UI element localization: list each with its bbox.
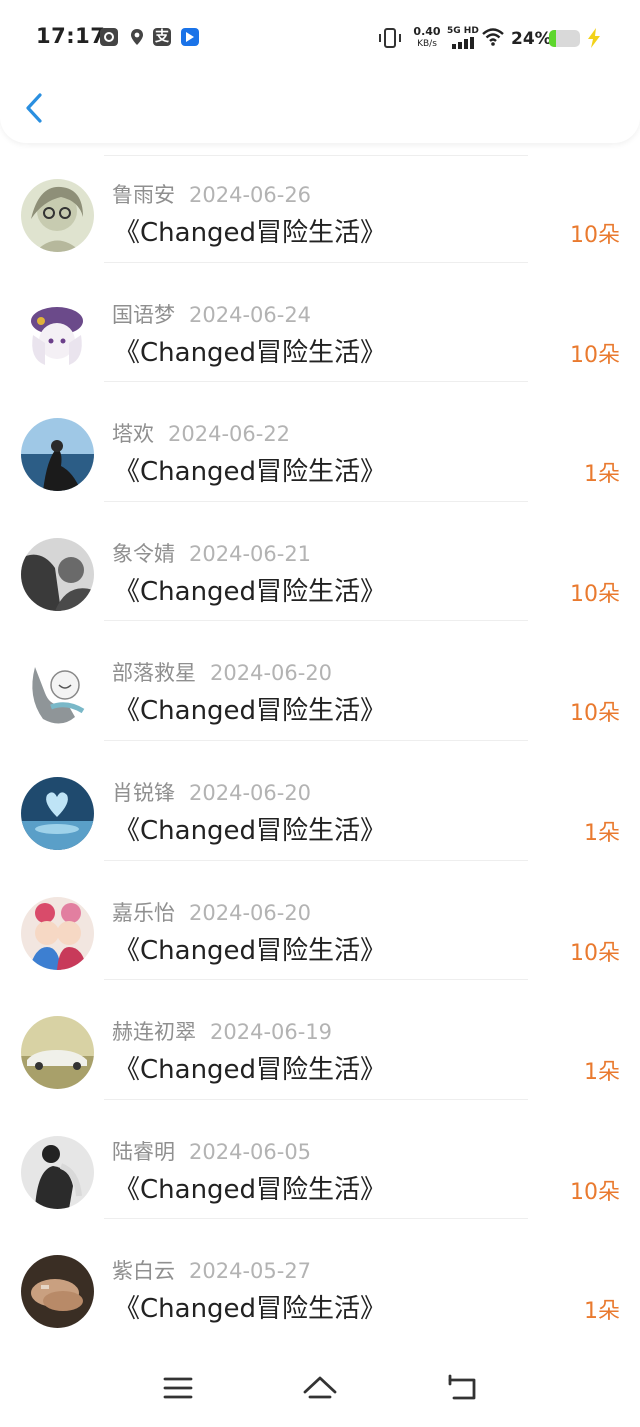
home-button[interactable] (300, 1370, 340, 1406)
menu-icon (163, 1377, 193, 1399)
book-title: 《Changed冒险生活》 (114, 696, 387, 727)
flower-count: 10朵 (570, 581, 620, 607)
avatar (21, 418, 94, 492)
header-card: 17:17 支 0.40 KB/s 5G HD 24% (0, 0, 640, 143)
gift-date: 2024-06-26 (189, 183, 312, 207)
book-title: 《Changed冒险生活》 (114, 457, 387, 488)
gift-date: 2024-06-20 (189, 780, 312, 805)
user-name: 象令婧 (112, 541, 175, 566)
avatar (21, 298, 94, 372)
list-item[interactable]: 赫连初翠 2024-06-19 《Changed冒险生活》 1朵 (0, 980, 640, 1100)
list-item[interactable]: 部落救星 2024-06-20 《Changed冒险生活》 10朵 (0, 621, 640, 741)
list-item[interactable]: 嘉乐怡 2024-06-20 《Changed冒险生活》 10朵 (0, 861, 640, 981)
flower-count: 1朵 (584, 462, 620, 488)
charging-icon (585, 27, 603, 49)
gift-date: 2024-06-21 (189, 541, 312, 566)
status-time: 17:17 (36, 24, 106, 48)
user-name: 肖锐锋 (112, 780, 175, 805)
wifi-icon (482, 27, 504, 47)
chat-app-icon (100, 28, 118, 46)
avatar (21, 1255, 94, 1329)
flower-count: 1朵 (584, 820, 620, 846)
status-bar: 17:17 支 0.40 KB/s 5G HD 24% (0, 0, 640, 78)
network-type: 5G HD (447, 26, 479, 36)
flower-count: 1朵 (584, 1299, 620, 1325)
user-name: 塔欢 (112, 422, 154, 447)
avatar (21, 1016, 94, 1090)
user-name: 鲁雨安 (112, 183, 175, 207)
flower-count: 10朵 (570, 940, 620, 966)
avatar (21, 657, 94, 731)
book-title: 《Changed冒险生活》 (114, 337, 387, 368)
avatar (21, 179, 94, 252)
list-item[interactable]: 国语梦 2024-06-24 《Changed冒险生活》 10朵 (0, 263, 640, 383)
user-name: 国语梦 (112, 302, 175, 327)
avatar (21, 537, 94, 611)
back-icon (448, 1374, 476, 1400)
avatar (21, 896, 94, 970)
network-speed: 0.40 KB/s (413, 25, 441, 50)
back-button[interactable] (16, 86, 56, 130)
list-item[interactable]: 陆睿明 2024-06-05 《Changed冒险生活》 10朵 (0, 1100, 640, 1220)
flower-count: 10朵 (570, 223, 620, 248)
book-title: 《Changed冒险生活》 (114, 1174, 387, 1205)
signal-icon (452, 37, 476, 49)
flower-count: 10朵 (570, 701, 620, 727)
book-title: 《Changed冒险生活》 (114, 815, 387, 846)
gift-date: 2024-06-20 (189, 900, 312, 925)
gift-list: 鲁雨安 2024-06-26 《Changed冒险生活》 10朵 国语梦 2024-… (0, 143, 640, 1339)
book-title: 《Changed冒险生活》 (114, 218, 387, 248)
home-icon (303, 1376, 337, 1399)
battery-percent: 24% (511, 29, 552, 49)
menu-button[interactable] (158, 1370, 198, 1406)
book-title: 《Changed冒险生活》 (114, 576, 387, 607)
gift-date: 2024-05-27 (189, 1259, 312, 1284)
gift-date: 2024-06-24 (189, 302, 312, 327)
battery-icon (549, 30, 580, 47)
location-icon (128, 28, 146, 46)
gift-date: 2024-06-22 (168, 422, 291, 447)
gift-date: 2024-06-19 (210, 1020, 333, 1045)
list-item[interactable]: 肖锐锋 2024-06-20 《Changed冒险生活》 1朵 (0, 741, 640, 861)
flower-count: 10朵 (570, 342, 620, 368)
avatar (21, 1135, 94, 1209)
play-store-icon (181, 28, 199, 46)
user-name: 紫白云 (112, 1259, 175, 1284)
book-title: 《Changed冒险生活》 (114, 1294, 387, 1325)
book-title: 《Changed冒险生活》 (114, 935, 387, 966)
gift-date: 2024-06-05 (189, 1139, 312, 1164)
user-name: 嘉乐怡 (112, 900, 175, 925)
vibrate-icon (379, 28, 401, 48)
list-item[interactable]: 塔欢 2024-06-22 《Changed冒险生活》 1朵 (0, 382, 640, 502)
user-name: 赫连初翠 (112, 1020, 196, 1045)
chevron-left-icon (26, 93, 42, 123)
alipay-icon: 支 (153, 28, 171, 46)
list-item[interactable]: 象令婧 2024-06-21 《Changed冒险生活》 10朵 (0, 502, 640, 622)
bottom-nav (0, 1352, 640, 1427)
avatar (21, 776, 94, 850)
gift-date: 2024-06-20 (210, 661, 333, 686)
list-item[interactable]: 紫白云 2024-05-27 《Changed冒险生活》 1朵 (0, 1219, 640, 1339)
user-name: 部落救星 (112, 661, 196, 686)
user-name: 陆睿明 (112, 1139, 175, 1164)
back-nav-button[interactable] (442, 1370, 482, 1406)
book-title: 《Changed冒险生活》 (114, 1055, 387, 1086)
flower-count: 1朵 (584, 1060, 620, 1086)
list-item[interactable]: 鲁雨安 2024-06-26 《Changed冒险生活》 10朵 (0, 143, 640, 263)
flower-count: 10朵 (570, 1179, 620, 1205)
